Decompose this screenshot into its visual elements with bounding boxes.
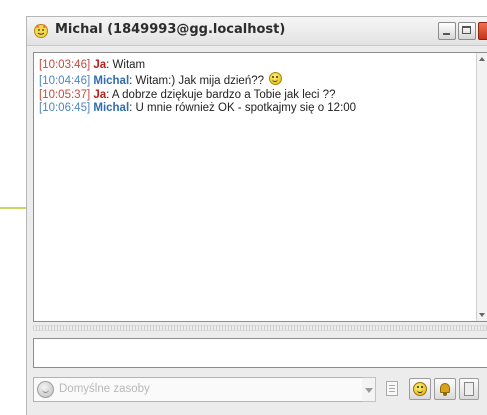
chat-scrollbar[interactable] [476,53,487,321]
close-button[interactable] [478,22,487,40]
message-text: Witam [109,59,146,71]
message-list: [10:03:46] Ja: Witam [10:04:46] Michal: … [39,59,473,116]
minimize-button[interactable] [438,22,456,40]
alert-button[interactable] [434,378,456,400]
bell-icon [440,383,450,393]
minimize-icon [443,33,450,35]
emoticon-icon [34,24,48,38]
message-nick: Ja [93,59,107,71]
scroll-down-icon[interactable] [479,313,485,317]
history-button[interactable] [382,378,404,400]
bell-clapper [443,393,447,396]
message-input[interactable] [33,338,487,368]
emoticon-icon [37,381,54,398]
message: [10:04:46] Michal: Witam:) Jak mija dzie… [39,72,473,88]
combo-dropdown-button[interactable] [362,377,376,402]
message-nick: Ja [93,88,107,101]
chat-window: Michal (1849993@gg.localhost) [10:03:46]… [26,16,487,415]
message-timestamp: [10:04:46] [39,75,91,88]
message-timestamp: [10:06:45] [39,102,91,115]
emoticon-set-label: Domyślne zasoby [59,383,150,395]
history-icon [386,381,398,396]
more-button[interactable] [459,378,479,400]
message-text: A dobrze dziękuje bardzo a Tobie jak lec… [109,88,336,101]
bottom-toolbar: Domyślne zasoby [27,373,487,415]
message: [10:06:45] Michal: U mnie również OK - s… [39,102,473,115]
message-timestamp: [10:05:37] [39,88,91,101]
scroll-up-icon[interactable] [479,57,485,61]
message: [10:05:37] Ja: A dobrze dziękuje bardzo … [39,89,473,102]
emoticon-set-combo[interactable]: Domyślne zasoby [33,377,376,402]
chat-history[interactable]: [10:03:46] Ja: Witam [10:04:46] Michal: … [33,52,487,322]
smiley-emoticon-icon [269,72,283,86]
message: [10:03:46] Ja: Witam [39,59,473,72]
title-bar[interactable]: Michal (1849993@gg.localhost) [27,17,487,46]
window-icon [464,382,474,396]
message-text: Witam:) Jak mija dzień?? [132,75,265,88]
pane-splitter[interactable] [33,325,487,331]
maximize-button[interactable] [458,22,476,40]
chevron-down-icon [365,388,373,393]
message-nick: Michal [93,102,130,115]
window-title: Michal (1849993@gg.localhost) [55,22,286,37]
message-text: U mnie również OK - spotkajmy się o 12:0… [132,102,357,115]
message-timestamp: [10:03:46] [39,59,91,71]
maximize-icon [462,26,471,34]
message-nick: Michal [93,75,130,88]
emoticons-button[interactable] [409,378,431,400]
emoticon-icon [413,382,427,396]
